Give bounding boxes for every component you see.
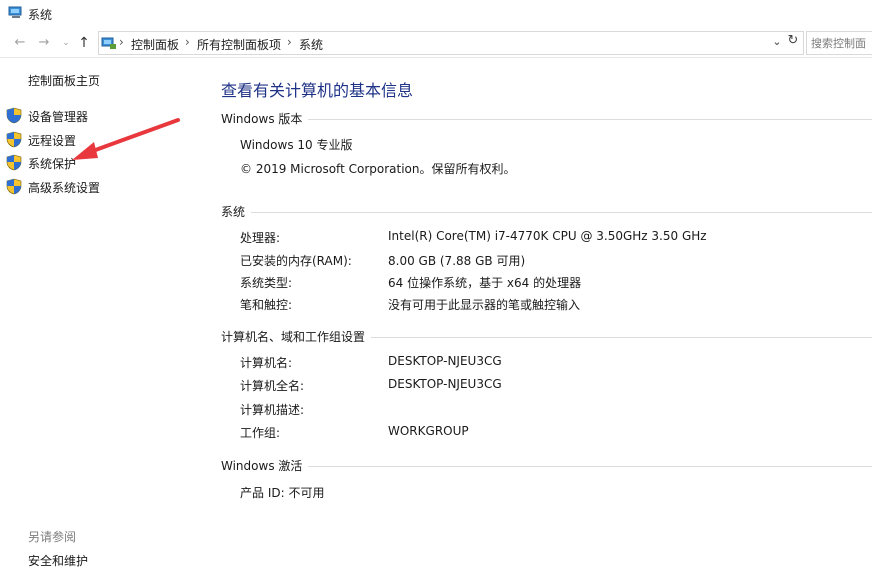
breadcrumb-system[interactable]: 系统 bbox=[299, 36, 323, 53]
full-computer-name-value: DESKTOP-NJEU3CG bbox=[388, 377, 502, 391]
red-arrow-annotation-icon bbox=[72, 118, 180, 160]
computer-name-label: 计算机名: bbox=[240, 356, 293, 370]
section-divider bbox=[221, 119, 872, 120]
section-header: Windows 版本 bbox=[221, 110, 309, 127]
section-divider bbox=[221, 466, 872, 467]
section-header: 系统 bbox=[221, 203, 252, 220]
control-panel-icon bbox=[101, 37, 116, 49]
windows-edition-name: Windows 10 专业版 bbox=[240, 138, 353, 152]
search-box[interactable] bbox=[806, 31, 872, 55]
task-advanced-system-settings[interactable]: 高级系统设置 bbox=[6, 177, 196, 197]
search-input[interactable] bbox=[807, 32, 872, 54]
processor-value: Intel(R) Core(TM) i7-4770K CPU @ 3.50GHz… bbox=[388, 229, 707, 243]
navigation-bar: ← → ⌄ ↑ › 控制面板 › 所有控制面板项 › 系统 bbox=[0, 28, 872, 58]
back-arrow-icon[interactable]: ← bbox=[12, 34, 28, 52]
section-computer-name: 计算机名、域和工作组设置 bbox=[221, 328, 872, 346]
main-content: 查看有关计算机的基本信息 Windows 版本 Windows 10 专业版 ©… bbox=[200, 58, 872, 585]
task-label: 高级系统设置 bbox=[28, 181, 101, 195]
pen-touch-value: 没有可用于此显示器的笔或触控输入 bbox=[388, 298, 581, 312]
security-and-maintenance-link[interactable]: 安全和维护 bbox=[28, 552, 88, 569]
up-arrow-icon[interactable]: ↑ bbox=[76, 34, 92, 52]
system-type-label: 系统类型: bbox=[240, 276, 293, 290]
breadcrumb-all-items[interactable]: 所有控制面板项 bbox=[197, 36, 281, 53]
ram-label: 已安装的内存(RAM): bbox=[240, 254, 352, 268]
breadcrumb-separator-icon: › bbox=[185, 35, 190, 49]
computer-description-label: 计算机描述: bbox=[240, 403, 305, 417]
section-system: 系统 bbox=[221, 203, 872, 221]
forward-arrow-icon[interactable]: → bbox=[36, 34, 52, 52]
system-app-icon bbox=[8, 6, 22, 18]
shield-icon bbox=[6, 107, 22, 124]
refresh-icon[interactable]: ↻ bbox=[786, 33, 800, 49]
breadcrumb-separator-icon: › bbox=[119, 35, 124, 49]
ram-value: 8.00 GB (7.88 GB 可用) bbox=[388, 254, 526, 268]
section-header: Windows 激活 bbox=[221, 457, 309, 474]
section-windows-activation: Windows 激活 bbox=[221, 457, 872, 475]
shield-icon bbox=[6, 154, 22, 171]
workgroup-value: WORKGROUP bbox=[388, 424, 469, 438]
breadcrumb-control-panel[interactable]: 控制面板 bbox=[131, 36, 179, 53]
section-header: 计算机名、域和工作组设置 bbox=[221, 328, 372, 345]
recent-locations-chevron-icon[interactable]: ⌄ bbox=[58, 34, 74, 52]
address-dropdown-icon[interactable]: ⌄ bbox=[770, 34, 784, 50]
title-bar: 系统 bbox=[0, 0, 872, 28]
system-type-value: 64 位操作系统，基于 x64 的处理器 bbox=[388, 276, 582, 290]
page-title: 查看有关计算机的基本信息 bbox=[221, 81, 414, 100]
control-panel-home-link[interactable]: 控制面板主页 bbox=[28, 72, 100, 89]
window-title: 系统 bbox=[28, 8, 53, 22]
shield-icon bbox=[6, 131, 22, 148]
full-computer-name-label: 计算机全名: bbox=[240, 379, 305, 393]
section-windows-edition: Windows 版本 bbox=[221, 110, 872, 128]
product-id-text: 产品 ID: 不可用 bbox=[240, 486, 325, 500]
computer-name-value: DESKTOP-NJEU3CG bbox=[388, 354, 502, 368]
shield-icon bbox=[6, 178, 22, 195]
workgroup-label: 工作组: bbox=[240, 426, 281, 440]
pen-touch-label: 笔和触控: bbox=[240, 298, 293, 312]
see-also-heading: 另请参阅 bbox=[28, 530, 77, 544]
section-divider bbox=[221, 212, 872, 213]
copyright-text: © 2019 Microsoft Corporation。保留所有权利。 bbox=[240, 162, 516, 176]
address-bar[interactable]: › 控制面板 › 所有控制面板项 › 系统 bbox=[98, 31, 804, 55]
processor-label: 处理器: bbox=[240, 231, 281, 245]
breadcrumb-separator-icon: › bbox=[287, 35, 292, 49]
